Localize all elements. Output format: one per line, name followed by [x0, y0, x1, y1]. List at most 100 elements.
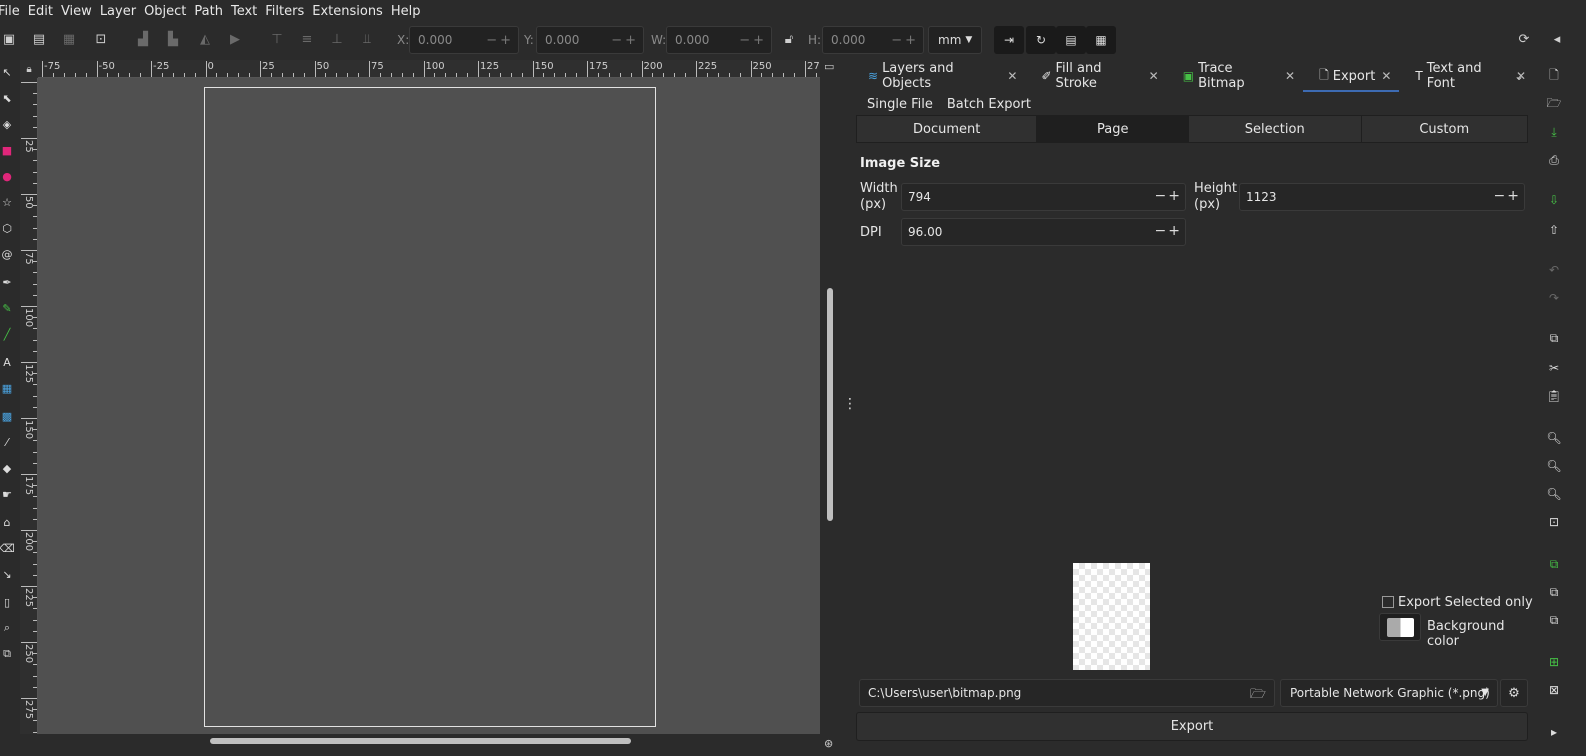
area-page-button[interactable]: Page — [1037, 116, 1190, 142]
background-color-button[interactable] — [1379, 613, 1421, 641]
tab-trace-bitmap[interactable]: ▣ Trace Bitmap ✕ — [1167, 60, 1303, 92]
y-input[interactable]: 0.000 −+ — [536, 26, 644, 54]
shape-builder-icon[interactable]: ◈ — [0, 116, 14, 132]
close-icon[interactable]: ✕ — [1007, 69, 1017, 83]
export-file-icon[interactable]: ⇧ — [1546, 222, 1562, 238]
menu-object[interactable]: Object — [144, 4, 194, 19]
undo-icon[interactable]: ↶ — [1546, 262, 1562, 278]
align-bottom-icon[interactable]: ⊥ — [328, 30, 346, 48]
folder-open-icon[interactable]: 🗁 — [1250, 685, 1266, 707]
tab-layers-and-objects[interactable]: ≋ Layers and Objects ✕ — [852, 60, 1025, 92]
display-mode-icon[interactable]: ▭ — [824, 60, 838, 74]
rectangle-tool-icon[interactable]: ■ — [0, 142, 14, 158]
connector-tool-icon[interactable]: ↘ — [0, 566, 14, 582]
print-icon[interactable]: ⎙ — [1546, 152, 1562, 168]
select-same-icon[interactable]: ⊡ — [92, 30, 110, 48]
zoom-drawing-icon[interactable]: 🔍︎ — [1546, 458, 1562, 474]
file-format-select[interactable]: Portable Network Graphic (*.png) ▼ — [1280, 679, 1498, 707]
mesh-tool-icon[interactable]: ▩ — [0, 408, 14, 424]
duplicate-icon[interactable]: ⧉ — [1546, 556, 1562, 572]
lower-icon[interactable]: ▙ — [164, 30, 182, 48]
unit-select[interactable]: mm ▼ — [928, 26, 982, 54]
align-center-icon[interactable]: ≡ — [298, 30, 316, 48]
flip-vertical-icon[interactable]: ▶ — [226, 30, 244, 48]
close-icon[interactable]: ✕ — [1381, 69, 1391, 83]
paste-icon[interactable]: 📋︎ — [1546, 388, 1562, 404]
menu-path[interactable]: Path — [194, 4, 231, 19]
new-document-icon[interactable]: 🗋︎ — [1546, 68, 1562, 84]
deselect-icon[interactable]: ▦ — [60, 30, 78, 48]
export-button[interactable]: Export — [856, 712, 1528, 741]
export-selected-only-label[interactable]: Export Selected only — [1398, 595, 1533, 610]
tab-batch-export[interactable]: Batch Export — [940, 96, 1038, 116]
redo-icon[interactable]: ↷ — [1546, 290, 1562, 306]
tab-export[interactable]: 🗋︎ Export ✕ — [1303, 60, 1400, 92]
menu-layer[interactable]: Layer — [100, 4, 144, 19]
star-tool-icon[interactable]: ☆ — [0, 194, 14, 210]
gradient-tool-icon[interactable]: ▦ — [0, 380, 14, 396]
ellipse-tool-icon[interactable]: ● — [0, 168, 14, 184]
menu-text[interactable]: Text — [231, 4, 265, 19]
copy-icon[interactable]: ⧉ — [1546, 330, 1562, 346]
move-gradients-icon[interactable]: ▤ — [1056, 26, 1086, 54]
select-all-layers-icon[interactable]: ▤ — [30, 30, 48, 48]
import-icon[interactable]: ⇩ — [1546, 192, 1562, 208]
close-icon[interactable]: ✕ — [1285, 69, 1295, 83]
dropper-tool-icon[interactable]: ⁄ — [0, 434, 14, 450]
save-icon[interactable]: ⤓ — [1546, 124, 1562, 140]
close-icon[interactable]: ✕ — [1149, 69, 1159, 83]
color-managed-icon[interactable]: ⊛ — [824, 737, 833, 750]
cut-icon[interactable]: ✂ — [1546, 360, 1562, 376]
unlink-clone-icon[interactable]: ⧉ — [1546, 612, 1562, 628]
lock-ratio-icon[interactable]: 🔓︎ — [780, 30, 798, 48]
snap-toggle-icon[interactable]: ⟳ — [1515, 30, 1533, 48]
clone-icon[interactable]: ⧉ — [1546, 584, 1562, 600]
menu-help[interactable]: Help — [391, 4, 429, 19]
raise-icon[interactable]: ▟ — [134, 30, 152, 48]
menu-filters[interactable]: Filters — [265, 4, 312, 19]
paint-bucket-icon[interactable]: ◆ — [0, 460, 14, 476]
width-input[interactable]: 794 −+ — [901, 183, 1186, 211]
select-all-icon[interactable]: ▣ — [0, 30, 18, 48]
node-tool-icon[interactable]: ⬉ — [0, 90, 14, 106]
zoom-tool-icon[interactable]: ⌕ — [0, 620, 14, 636]
menu-file[interactable]: File — [0, 4, 28, 19]
tweak-tool-icon[interactable]: ☛ — [0, 486, 14, 502]
open-file-icon[interactable]: 🗁 — [1546, 96, 1562, 112]
group-icon[interactable]: ⊞ — [1546, 654, 1562, 670]
pages-tool-icon[interactable]: ⧉ — [0, 646, 14, 662]
pencil-tool-icon[interactable]: ✎ — [0, 300, 14, 316]
vertical-scrollbar[interactable] — [827, 288, 833, 521]
gear-icon[interactable]: ⚙ — [1500, 679, 1528, 707]
collapse-panel-icon[interactable]: ◂ — [1548, 30, 1566, 48]
export-selected-only-checkbox[interactable] — [1382, 596, 1394, 608]
align-top-icon[interactable]: ⊤ — [268, 30, 286, 48]
selector-tool-icon[interactable]: ↖ — [0, 64, 14, 80]
scale-corners-icon[interactable]: ↻ — [1026, 26, 1056, 54]
drawing-canvas[interactable] — [38, 78, 820, 734]
menu-edit[interactable]: Edit — [28, 4, 61, 19]
scale-stroke-icon[interactable]: ⇥ — [994, 26, 1024, 54]
page-tool-icon[interactable]: ▯ — [0, 594, 14, 610]
tab-fill-and-stroke[interactable]: ✐ Fill and Stroke ✕ — [1025, 60, 1166, 92]
zoom-page-width-icon[interactable]: ⊡ — [1546, 514, 1562, 530]
horizontal-scrollbar[interactable] — [210, 738, 631, 744]
dpi-input[interactable]: 96.00 −+ — [901, 218, 1186, 246]
height-input[interactable]: 1123 −+ — [1239, 183, 1525, 211]
zoom-page-icon[interactable]: 🔍︎ — [1546, 486, 1562, 502]
ungroup-icon[interactable]: ⊠ — [1546, 682, 1562, 698]
eraser-tool-icon[interactable]: ⌫ — [0, 540, 15, 556]
pen-tool-icon[interactable]: ✒ — [0, 274, 14, 290]
menu-view[interactable]: View — [61, 4, 100, 19]
filename-input[interactable]: C:\Users\user\bitmap.png 🗁 — [859, 679, 1275, 707]
spiral-tool-icon[interactable]: @ — [0, 246, 14, 262]
x-input[interactable]: 0.000 −+ — [409, 26, 519, 54]
w-input[interactable]: 0.000 −+ — [666, 26, 772, 54]
align-baseline-icon[interactable]: ⫫ — [358, 30, 376, 48]
3d-box-tool-icon[interactable]: ⬡ — [0, 220, 14, 236]
move-patterns-icon[interactable]: ▦ — [1086, 26, 1116, 54]
tab-single-file[interactable]: Single File — [860, 96, 940, 117]
text-tool-icon[interactable]: A — [0, 354, 14, 370]
area-custom-button[interactable]: Custom — [1361, 116, 1527, 142]
h-input[interactable]: 0.000 −+ — [822, 26, 924, 54]
